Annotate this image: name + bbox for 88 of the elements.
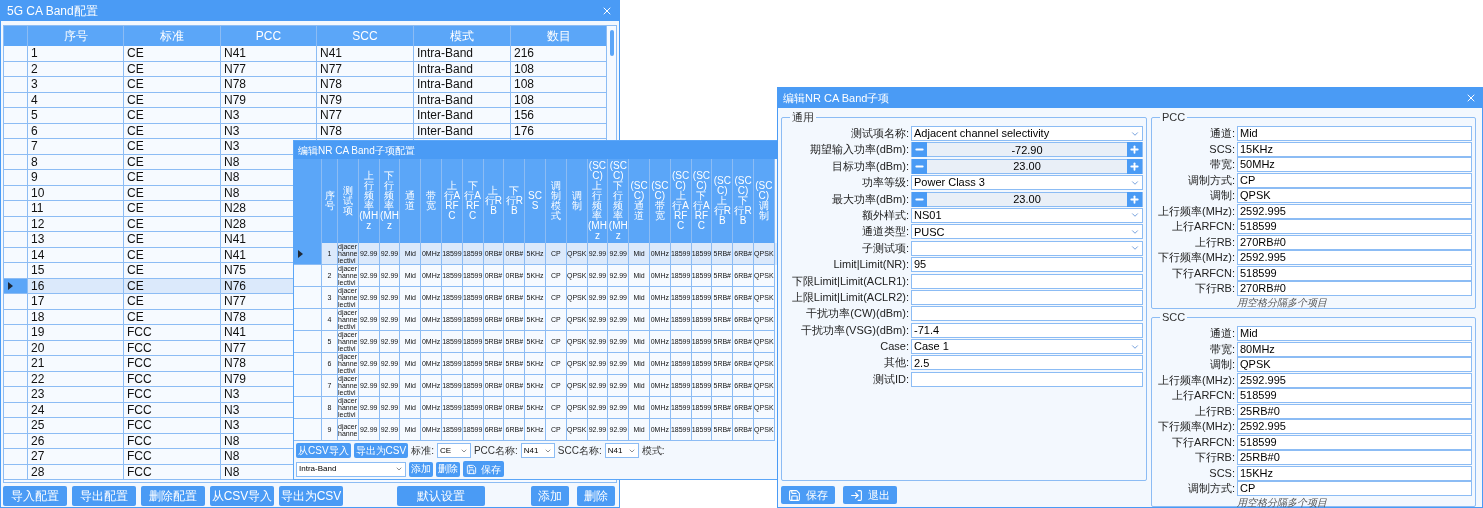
group-title: 通用: [790, 111, 816, 123]
field-label: 期望输入功率(dBm):: [809, 142, 909, 158]
table-cell: CE: [124, 46, 221, 62]
field-label: 下行RB:: [1193, 281, 1235, 296]
window-title: 编辑NR CA Band子项: [783, 90, 890, 106]
window-title: 5G CA Band配置: [7, 3, 98, 20]
table-cell: N41: [317, 46, 414, 62]
field-label: 功率等级:: [860, 175, 909, 191]
field-label: 下行频率(MHz):: [1157, 419, 1235, 434]
field-label: SCS:: [1208, 465, 1235, 481]
field-label: 下行频率(MHz):: [1157, 250, 1235, 265]
field-label: 下行RB:: [1193, 450, 1235, 465]
field-label: 其他:: [882, 355, 909, 371]
table-cell: 5: [28, 108, 124, 124]
table-cell: N77: [317, 108, 414, 124]
hint-text: 用空格分隔多个项目: [1237, 497, 1328, 508]
field-label: 上限Limit|Limit(ACLR2):: [790, 289, 909, 305]
field-label: 调制方式:: [1186, 481, 1235, 496]
table-cell: FCC: [124, 356, 221, 372]
field-label: 调制:: [1208, 357, 1235, 372]
table-cell: 19: [28, 325, 124, 341]
table-cell: FCC: [124, 464, 221, 480]
field-label: Case:: [879, 339, 909, 355]
table-cell: FCC: [124, 449, 221, 465]
field-label: 上行频率(MHz):: [1157, 203, 1235, 219]
table-cell: Intra-Band: [414, 77, 511, 93]
table-cell: 25: [28, 418, 124, 434]
table-cell: 11: [28, 201, 124, 217]
field-label: 测试ID:: [871, 371, 909, 387]
field-label: 下限Limit|Limit(ACLR1):: [790, 273, 909, 289]
table-cell: N41: [221, 46, 317, 62]
field-label: 上行ARFCN:: [1171, 219, 1235, 234]
table-cell: 3: [28, 77, 124, 93]
table-cell: 27: [28, 449, 124, 465]
field-label: 目标功率(dBm):: [831, 158, 909, 174]
table-cell: FCC: [124, 418, 221, 434]
field-label: 带宽:: [1208, 341, 1235, 357]
table-cell: 13: [28, 232, 124, 248]
field-label: 模式:: [641, 444, 665, 458]
field-label: 上行ARFCN:: [1171, 388, 1235, 403]
group-title: SCC: [1160, 311, 1188, 323]
table-cell: CE: [124, 201, 221, 217]
field-label: 最大功率(dBm):: [831, 191, 909, 207]
table-cell: 7: [28, 139, 124, 155]
table-cell: CE: [124, 263, 221, 279]
field-label: 上行频率(MHz):: [1157, 372, 1235, 388]
table-cell: N78: [221, 77, 317, 93]
table-cell: CE: [124, 232, 221, 248]
field-label: 调制方式:: [1186, 172, 1235, 188]
field-label: 额外样式:: [860, 207, 909, 223]
field-label: 下行ARFCN:: [1171, 265, 1235, 281]
table-cell: 21: [28, 356, 124, 372]
table-cell: CE: [124, 170, 221, 186]
table-cell: 17: [28, 294, 124, 310]
field-label: SCC名称:: [557, 444, 602, 458]
field-label: 上行RB:: [1193, 403, 1235, 419]
field-label: 子测试项:: [860, 240, 909, 256]
table-cell: Intra-Band: [414, 46, 511, 62]
field-label: 通道:: [1208, 326, 1235, 341]
field-label: 调制:: [1208, 188, 1235, 203]
table-cell: Inter-Band: [414, 108, 511, 124]
field-label: 干扰功率(CW)(dBm):: [805, 306, 909, 322]
field-label: 干扰功率(VSG)(dBm):: [800, 322, 909, 338]
field-label: 测试项名称:: [849, 126, 909, 141]
table-cell: 23: [28, 387, 124, 403]
table-cell: CE: [124, 294, 221, 310]
hint-text: 用空格分隔多个项目: [1237, 297, 1328, 309]
table-cell: CE: [124, 77, 221, 93]
field-label: 通道类型:: [860, 224, 909, 240]
field-label: Limit|Limit(NR):: [832, 257, 909, 273]
field-label: 标准:: [411, 444, 434, 458]
table-cell: 15: [28, 263, 124, 279]
table-cell: N3: [221, 108, 317, 124]
table-cell: CE: [124, 108, 221, 124]
field-label: 上行RB:: [1193, 234, 1235, 250]
group-title: PCC: [1160, 111, 1188, 123]
table-cell: FCC: [124, 387, 221, 403]
field-label: SCS:: [1208, 141, 1235, 157]
field-label: PCC名称:: [473, 444, 518, 458]
table-cell: 9: [28, 170, 124, 186]
field-label: 通道:: [1208, 126, 1235, 141]
table-cell: FCC: [124, 325, 221, 341]
table-cell: N78: [317, 77, 414, 93]
table-cell: 1: [28, 46, 124, 62]
table-cell: 28: [28, 464, 124, 480]
field-label: 带宽:: [1208, 157, 1235, 172]
table-cell: CE: [124, 139, 221, 155]
field-label: 下行ARFCN:: [1171, 434, 1235, 450]
